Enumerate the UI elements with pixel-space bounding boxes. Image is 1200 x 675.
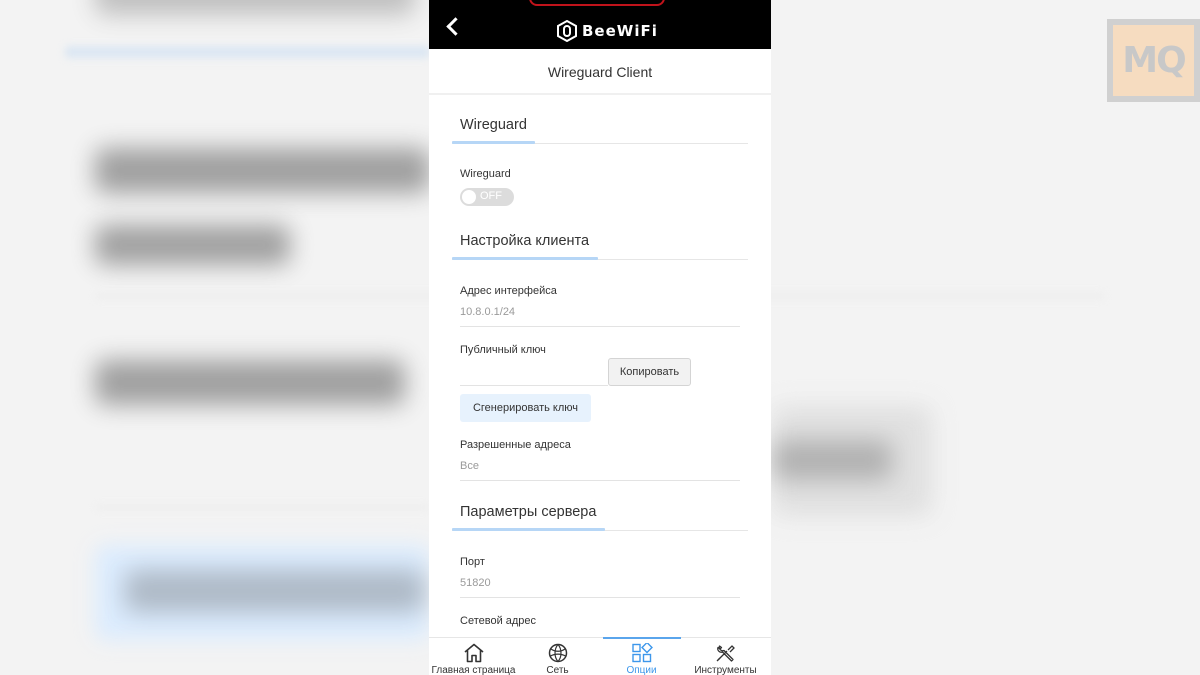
port-underline (460, 597, 740, 598)
settings-content[interactable]: Wireguard Wireguard OFF Настройка клиент… (429, 95, 771, 637)
blurred-value (95, 225, 290, 265)
section-title-server: Параметры сервера (460, 504, 597, 520)
nav-item-home[interactable]: Главная страница (431, 638, 516, 675)
home-icon (463, 643, 484, 663)
nav-item-tools[interactable]: Инструменты (683, 638, 768, 675)
toggle-knob (462, 190, 476, 204)
public-key-label: Публичный ключ (460, 344, 546, 356)
port-input[interactable]: 51820 (460, 577, 491, 589)
globe-icon (548, 643, 567, 663)
blurred-accent-line (65, 46, 430, 58)
wireguard-toggle-label: Wireguard (460, 168, 511, 180)
options-icon (631, 643, 653, 663)
brand: BeeWiFi (557, 20, 658, 42)
toggle-state-text: OFF (480, 190, 502, 202)
copy-key-button[interactable]: Копировать (608, 358, 691, 386)
section-client: Настройка клиента (452, 211, 748, 260)
section-title-client: Настройка клиента (460, 233, 590, 249)
back-arrow-icon[interactable] (446, 17, 465, 36)
allowed-addresses-underline (460, 480, 740, 481)
blurred-label (95, 360, 405, 405)
nav-item-network[interactable]: Сеть (515, 638, 600, 675)
nav-item-options[interactable]: Опции (599, 638, 684, 675)
brand-name: BeeWiFi (582, 22, 658, 40)
app-header: BeeWiFi (429, 0, 771, 49)
interface-address-label: Адрес интерфейса (460, 285, 557, 297)
section-server: Параметры сервера (452, 482, 748, 531)
bottom-navigation: Главная страница Сеть Опции Инструменты (429, 637, 771, 675)
interface-address-underline (460, 326, 740, 327)
watermark-inner: MQ (1113, 25, 1194, 96)
watermark-text: MQ (1122, 40, 1186, 81)
network-address-label: Сетевой адрес (460, 615, 537, 627)
page-title: Wireguard Client (429, 49, 771, 95)
section-bar-server (452, 528, 605, 531)
allowed-addresses-label: Разрешенные адреса (460, 439, 571, 451)
nav-label-options: Опции (626, 665, 657, 675)
camera-notch (529, 0, 665, 6)
phone-screen: BeeWiFi Wireguard Client Wireguard Wireg… (429, 0, 771, 675)
tools-icon (716, 645, 735, 662)
wireguard-toggle[interactable]: OFF (460, 188, 514, 206)
blurred-heading (95, 148, 430, 193)
blurred-button-text (772, 440, 892, 480)
section-wireguard: Wireguard (452, 95, 748, 144)
watermark-logo: MQ (1107, 19, 1200, 102)
section-bar-wireguard (452, 141, 535, 144)
generate-key-button[interactable]: Сгенерировать ключ (460, 394, 591, 422)
nav-label-network: Сеть (546, 665, 569, 675)
interface-address-input[interactable]: 10.8.0.1/24 (460, 306, 515, 318)
nav-label-home: Главная страница (431, 665, 516, 675)
section-bar-client (452, 257, 598, 260)
section-title-wireguard: Wireguard (460, 117, 527, 133)
public-key-underline (460, 385, 608, 386)
allowed-addresses-input[interactable]: Все (460, 460, 479, 472)
blurred-divider-2 (95, 505, 430, 510)
beewifi-logo-icon (557, 20, 577, 42)
port-label: Порт (460, 556, 485, 568)
blurred-title-top (95, 0, 415, 15)
nav-label-tools: Инструменты (694, 665, 757, 675)
blurred-generate-text (125, 570, 425, 612)
